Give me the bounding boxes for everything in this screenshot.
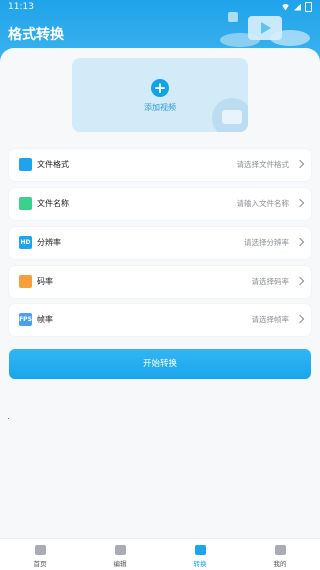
tab-label: 首页	[33, 560, 47, 568]
tab-edit[interactable]: 编辑	[80, 539, 160, 570]
setting-value: 请选择帧率	[251, 315, 290, 324]
add-video-button[interactable]: + 添加视频	[72, 58, 248, 132]
fps-icon: FPS	[19, 313, 32, 326]
convert-icon	[194, 545, 206, 555]
chevron-right-icon	[295, 159, 305, 169]
bitrate-icon	[19, 275, 32, 288]
bottom-tab-bar: 首页 编辑 转换 我的	[0, 538, 320, 570]
tab-label: 转换	[193, 560, 207, 568]
chevron-right-icon	[295, 237, 305, 247]
setting-row-name[interactable]: 文件名称 请输入文件名称	[9, 188, 311, 220]
setting-row-framerate[interactable]: FPS 帧率 请选择帧率	[9, 304, 311, 336]
setting-label: 帧率	[37, 315, 53, 324]
setting-label: 文件名称	[37, 199, 69, 208]
setting-label: 文件格式	[37, 160, 69, 169]
chevron-right-icon	[295, 276, 305, 286]
tab-label: 编辑	[113, 560, 127, 568]
tab-home[interactable]: 首页	[0, 539, 80, 570]
setting-value: 请选择码率	[251, 277, 290, 286]
hd-icon: HD	[19, 236, 32, 249]
stray-dot	[8, 418, 9, 419]
setting-value: 请选择文件格式	[236, 160, 290, 169]
setting-value: 请选择分辨率	[244, 238, 289, 247]
file-format-icon	[19, 158, 32, 171]
setting-row-bitrate[interactable]: 码率 请选择码率	[9, 266, 311, 298]
setting-label: 分辨率	[37, 238, 61, 247]
edit-icon	[114, 545, 126, 555]
status-time: 11:13	[8, 2, 34, 12]
setting-value: 请输入文件名称	[236, 199, 290, 208]
video-illustration-icon	[220, 12, 310, 47]
tab-convert[interactable]: 转换	[160, 539, 240, 570]
tab-label: 我的	[273, 560, 287, 568]
setting-label: 码率	[37, 277, 53, 286]
setting-row-resolution[interactable]: HD 分辨率 请选择分辨率	[9, 227, 311, 259]
start-convert-button[interactable]: 开始转换	[9, 349, 311, 379]
profile-icon	[274, 545, 286, 555]
chevron-right-icon	[295, 314, 305, 324]
setting-row-format[interactable]: 文件格式 请选择文件格式	[9, 149, 311, 181]
home-icon	[34, 545, 46, 555]
video-placeholder-icon	[212, 98, 248, 132]
chevron-right-icon	[295, 198, 305, 208]
plus-icon: +	[151, 79, 169, 97]
page-title: 格式转换	[8, 27, 64, 43]
tab-profile[interactable]: 我的	[240, 539, 320, 570]
file-name-icon	[19, 197, 32, 210]
